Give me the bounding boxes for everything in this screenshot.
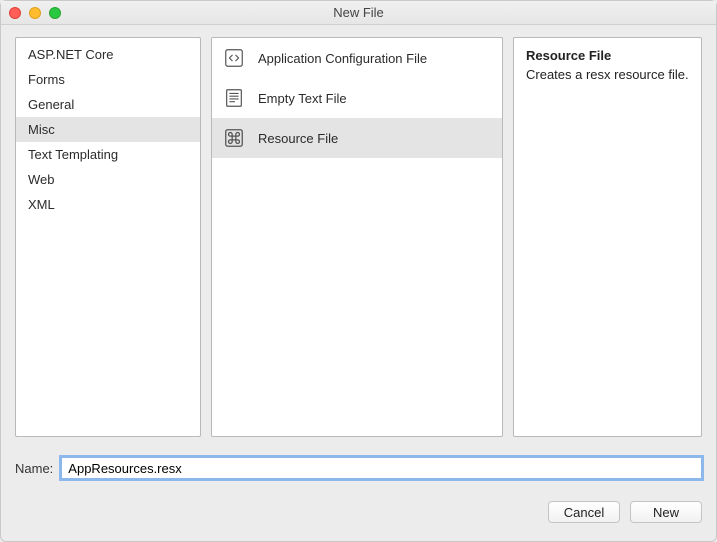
category-item-xml[interactable]: XML [16,192,200,217]
minimize-window-button[interactable] [29,7,41,19]
template-label: Empty Text File [258,91,347,106]
description-panel: Resource File Creates a resx resource fi… [513,37,702,437]
template-label: Resource File [258,131,338,146]
category-item-misc[interactable]: Misc [16,117,200,142]
category-panel: ASP.NET Core Forms General Misc Text Tem… [15,37,201,437]
template-item-resource[interactable]: Resource File [212,118,502,158]
category-item-aspnetcore[interactable]: ASP.NET Core [16,42,200,67]
dialog-content: ASP.NET Core Forms General Misc Text Tem… [1,25,716,541]
template-item-textfile[interactable]: Empty Text File [212,78,502,118]
template-label: Application Configuration File [258,51,427,66]
name-input[interactable] [61,457,702,479]
name-label: Name: [15,461,53,476]
titlebar: New File [1,1,716,25]
template-panel: Application Configuration File Empty Tex… [211,37,503,437]
cancel-button[interactable]: Cancel [548,501,620,523]
description-title: Resource File [526,48,689,63]
description-text: Creates a resx resource file. [526,67,689,82]
category-item-web[interactable]: Web [16,167,200,192]
panels-row: ASP.NET Core Forms General Misc Text Tem… [15,37,702,437]
category-item-general[interactable]: General [16,92,200,117]
text-file-icon [222,86,246,110]
close-window-button[interactable] [9,7,21,19]
new-button[interactable]: New [630,501,702,523]
button-row: Cancel New [15,501,702,523]
command-icon [222,126,246,150]
maximize-window-button[interactable] [49,7,61,19]
name-row: Name: [15,457,702,479]
window-title: New File [1,5,716,20]
code-icon [222,46,246,70]
template-item-appconfig[interactable]: Application Configuration File [212,38,502,78]
category-item-texttemplating[interactable]: Text Templating [16,142,200,167]
category-item-forms[interactable]: Forms [16,67,200,92]
window-controls [9,7,61,19]
category-list: ASP.NET Core Forms General Misc Text Tem… [16,38,200,217]
